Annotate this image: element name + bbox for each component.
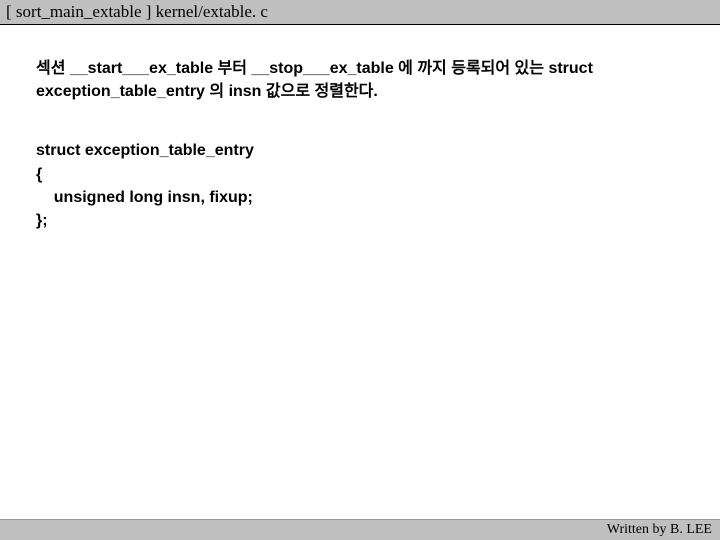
footer-bar: Written by B. LEE [0,519,720,540]
footer-credit: Written by B. LEE [607,522,712,537]
content-area: 섹션 __start___ex_table 부터 __stop___ex_tab… [0,25,720,232]
code-block: struct exception_table_entry { unsigned … [36,139,684,232]
page-title: [ sort_main_extable ] kernel/extable. c [6,2,268,21]
description-paragraph: 섹션 __start___ex_table 부터 __stop___ex_tab… [36,57,684,103]
title-bar: [ sort_main_extable ] kernel/extable. c [0,0,720,25]
